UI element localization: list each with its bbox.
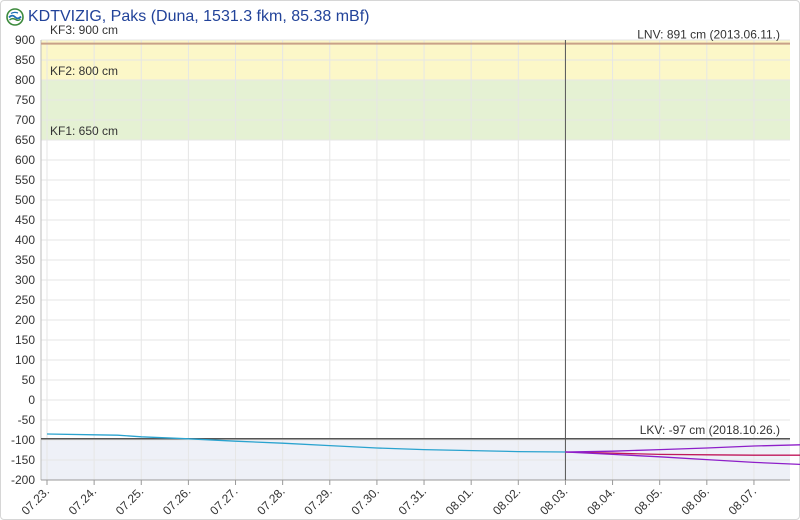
x-tick-label: 07.25. [113, 484, 146, 517]
y-tick-label: 550 [15, 173, 35, 187]
x-tick-label: 07.30. [349, 484, 382, 517]
y-tick-label: 350 [15, 253, 35, 267]
band-below-lkv [41, 438, 790, 480]
y-tick-label: 900 [15, 33, 35, 47]
y-tick-label: 750 [15, 93, 35, 107]
threshold-label: KF3: 900 cm [50, 23, 118, 37]
y-tick-label: 500 [15, 193, 35, 207]
x-tick-label: 07.24. [66, 484, 99, 517]
y-tick-label: 450 [15, 213, 35, 227]
lkv-label: LKV: -97 cm (2018.10.26.) [640, 423, 780, 437]
water-level-chart: 9008508007507006506005505004504003503002… [11, 23, 800, 518]
y-tick-label: 600 [15, 153, 35, 167]
y-tick-label: -150 [11, 453, 35, 467]
x-tick-label: 07.31. [396, 484, 429, 517]
y-tick-label: 800 [15, 73, 35, 87]
lnv-label: LNV: 891 cm (2013.06.11.) [637, 28, 780, 42]
y-tick-label: 0 [28, 393, 35, 407]
y-tick-label: 50 [22, 373, 36, 387]
band-kf2-kf1 [41, 80, 790, 140]
y-tick-label: 650 [15, 133, 35, 147]
y-tick-label: 150 [15, 333, 35, 347]
threshold-label: KF1: 650 cm [50, 124, 118, 138]
x-tick-label: 07.29. [301, 484, 334, 517]
x-tick-label: 08.02. [490, 484, 523, 517]
x-tick-label: 08.07. [726, 484, 759, 517]
x-tick-label: 07.26. [160, 484, 193, 517]
x-tick-label: 07.27. [207, 484, 240, 517]
y-tick-label: 250 [15, 293, 35, 307]
y-tick-label: -100 [11, 433, 35, 447]
y-tick-label: 850 [15, 53, 35, 67]
x-tick-label: 07.28. [254, 484, 287, 517]
y-tick-label: 300 [15, 273, 35, 287]
y-tick-label: 100 [15, 353, 35, 367]
y-tick-label: 200 [15, 313, 35, 327]
x-tick-label: 08.06. [678, 484, 711, 517]
x-tick-label: 07.23. [19, 484, 52, 517]
y-tick-label: 700 [15, 113, 35, 127]
x-tick-label: 08.03. [537, 484, 570, 517]
x-tick-label: 08.01. [443, 484, 476, 517]
x-tick-label: 08.05. [631, 484, 664, 517]
y-tick-label: 400 [15, 233, 35, 247]
threshold-label: KF2: 800 cm [50, 64, 118, 78]
x-tick-label: 08.04. [584, 484, 617, 517]
y-tick-label: -200 [11, 473, 35, 487]
y-tick-label: -50 [18, 413, 36, 427]
